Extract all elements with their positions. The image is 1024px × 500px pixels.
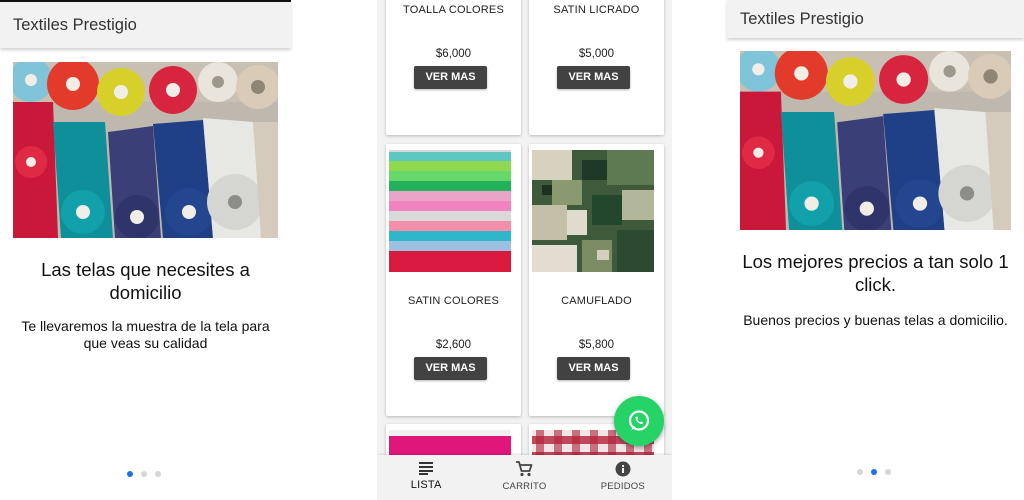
list-icon [419, 462, 434, 475]
product-card[interactable]: CAMUFLADO $5,800 VER MAS [529, 144, 664, 416]
nav-label: PEDIDOS [600, 481, 645, 492]
fabric-rolls-illustration [13, 62, 278, 238]
onboarding-screen-1: Textiles Prestigio Las telas que necesit… [0, 0, 291, 500]
product-name: SATIN LICRADO [553, 4, 640, 16]
view-more-button[interactable]: VER MAS [557, 66, 630, 89]
product-price: $6,000 [435, 48, 472, 60]
nav-item-lista[interactable]: LISTA [377, 455, 475, 500]
page-indicator [127, 471, 161, 477]
cart-icon [516, 461, 533, 477]
satin-colors-illustration [389, 150, 511, 272]
view-more-button[interactable]: VER MAS [414, 357, 487, 380]
app-bar: Textiles Prestigio [727, 0, 1024, 38]
app-title: Textiles Prestigio [13, 15, 137, 34]
whatsapp-icon [628, 410, 650, 431]
nav-label: CARRITO [502, 481, 547, 492]
onboarding-screen-2: Textiles Prestigio Los mejores precios a… [727, 0, 1024, 500]
camouflage-illustration [532, 150, 654, 272]
whatsapp-button[interactable] [614, 396, 664, 446]
product-image [389, 150, 511, 272]
product-card[interactable]: SATIN LICRADO $5,000 VER MAS [529, 0, 664, 135]
page-dot-1[interactable] [127, 471, 133, 477]
slide-title: Los mejores precios a tan solo 1 click. [742, 251, 1009, 295]
product-price: $2,600 [435, 339, 472, 351]
product-card[interactable]: SATIN COLORES $2,600 VER MAS [386, 144, 521, 416]
product-card[interactable]: TOALLA COLORES $6,000 VER MAS [386, 0, 521, 135]
fabric-rolls-image [740, 51, 1011, 230]
product-name: TOALLA COLORES [402, 4, 505, 16]
view-more-button[interactable]: VER MAS [414, 66, 487, 89]
page-dot-2[interactable] [871, 469, 877, 475]
product-price: $5,800 [578, 339, 615, 351]
page-dot-3[interactable] [155, 471, 161, 477]
app-title: Textiles Prestigio [740, 9, 864, 28]
page-dot-2[interactable] [141, 471, 147, 477]
product-price: $5,000 [578, 48, 615, 60]
product-image [532, 150, 654, 272]
slide-description: Te llevaremos la muestra de la tela para… [21, 318, 270, 351]
bottom-navigation: LISTA CARRITO PEDIDOS [377, 455, 672, 500]
product-list-screen: TOALLA COLORES $6,000 VER MAS SATIN LICR… [377, 0, 672, 500]
slide-title: Las telas que necesites a domicilio [41, 259, 250, 303]
slide-description: Buenos precios y buenas telas a domicili… [743, 312, 1008, 328]
screenshot-collage: Textiles Prestigio Las telas que necesit… [0, 0, 1024, 500]
page-dot-1[interactable] [857, 469, 863, 475]
nav-item-carrito[interactable]: CARRITO [475, 455, 573, 500]
nav-label: LISTA [410, 479, 442, 491]
info-icon [615, 461, 631, 477]
fabric-rolls-image [13, 62, 278, 238]
nav-item-pedidos[interactable]: PEDIDOS [574, 455, 672, 500]
product-name: SATIN COLORES [407, 295, 500, 307]
page-dot-3[interactable] [885, 469, 891, 475]
app-bar: Textiles Prestigio [0, 2, 291, 48]
product-name: CAMUFLADO [561, 295, 632, 307]
view-more-button[interactable]: VER MAS [557, 357, 630, 380]
page-indicator [857, 469, 891, 475]
fabric-rolls-illustration [740, 51, 1011, 230]
